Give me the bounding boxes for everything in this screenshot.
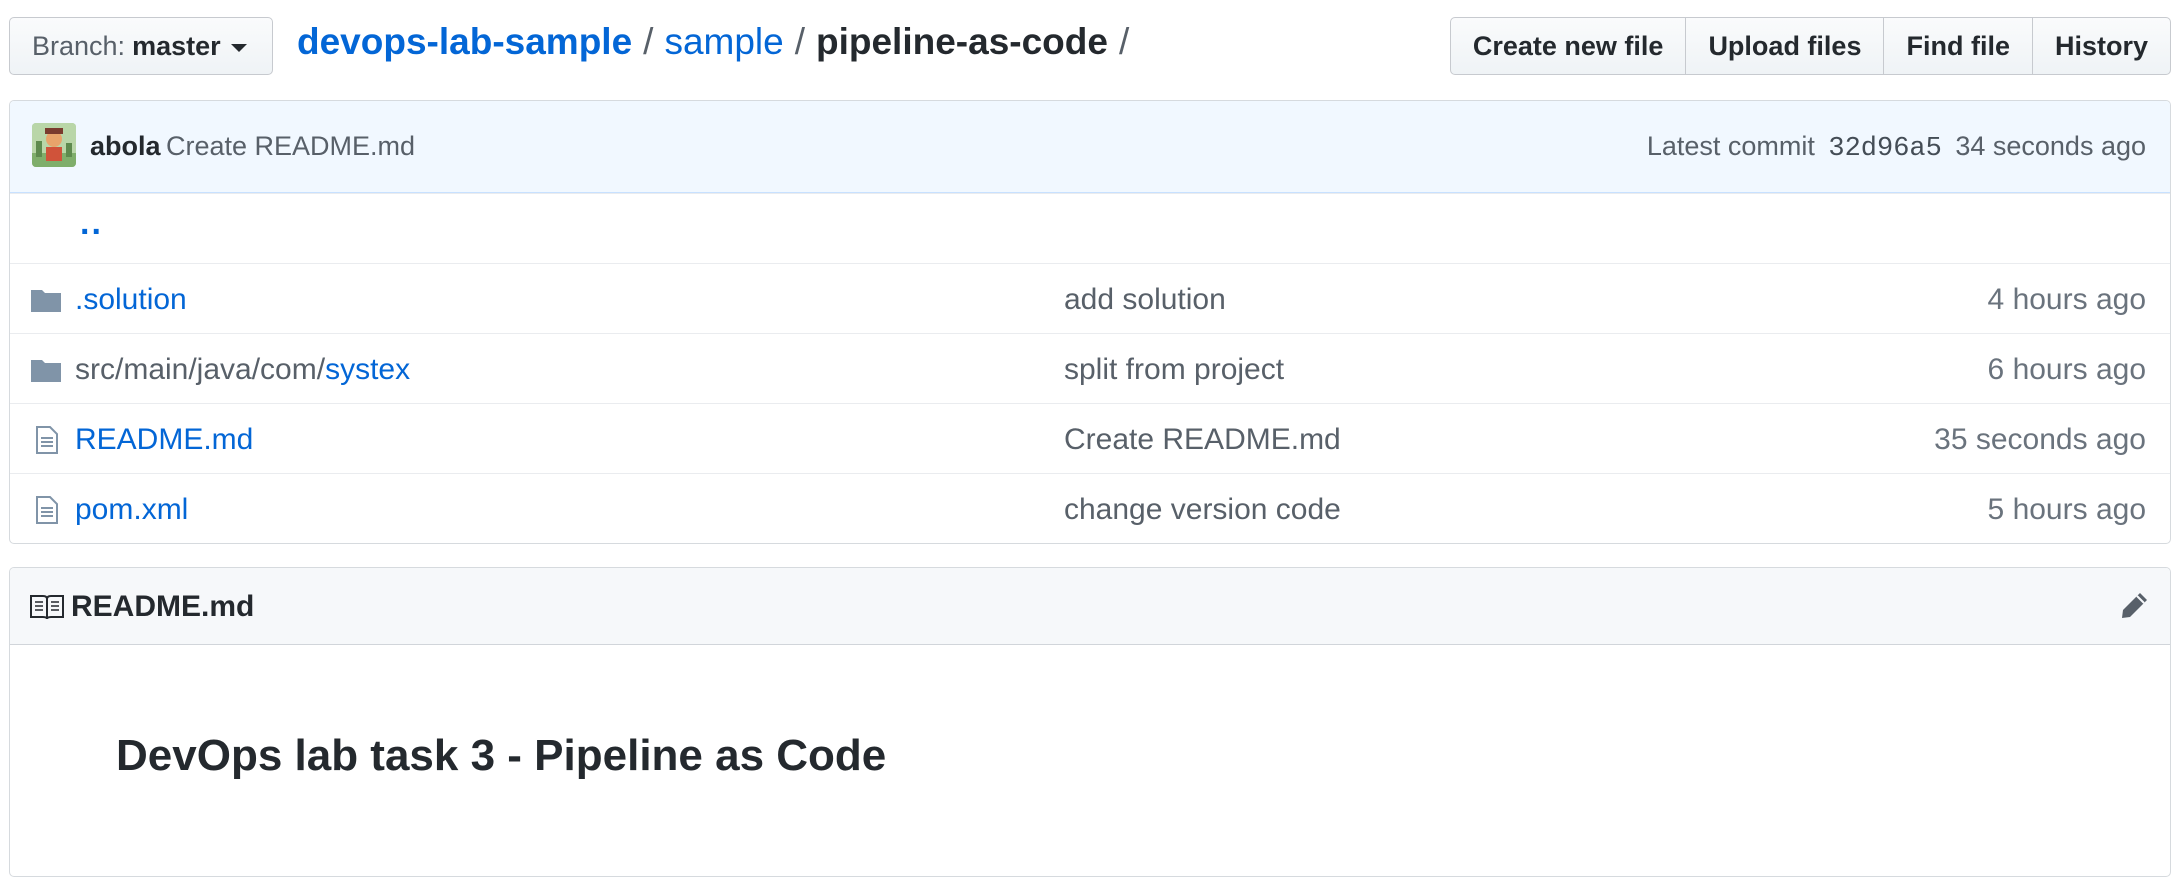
branch-select-button[interactable]: Branch: master [9,17,273,75]
book-icon [30,595,64,620]
breadcrumb-separator: / [643,21,654,62]
file-text-icon [36,426,58,454]
table-row: .solution add solution 4 hours ago [10,263,2170,333]
file-text-icon [36,496,58,524]
pencil-icon[interactable] [2118,590,2150,622]
file-age: 4 hours ago [1987,283,2146,316]
commit-age: 34 seconds ago [1955,131,2146,161]
breadcrumb-separator: / [794,21,805,62]
file-navigation: Branch: master devops-lab-sample / sample /… [9,17,2171,77]
file-age: 35 seconds ago [1934,423,2146,456]
file-commit-message[interactable]: Create README.md [1064,423,1341,457]
latest-commit-label: Latest commit [1646,131,1815,161]
readme-title: README.md [71,590,255,623]
file-link[interactable]: README.md [75,423,253,456]
table-row: src/main/java/com/systex split from proj… [10,333,2170,403]
file-age: 6 hours ago [1987,353,2146,386]
upload-files-button[interactable]: Upload files [1685,17,1885,75]
file-commit-message[interactable]: change version code [1064,493,1341,527]
file-name: src/main/java/com/systex [75,353,410,387]
file-name: pom.xml [75,493,188,527]
file-actions-group: Create new file Upload files Find file H… [1449,17,2171,75]
file-name: README.md [75,423,253,457]
readme-panel: README.md DevOps lab task 3 - Pipeline a… [9,567,2171,877]
file-list: abola Create README.md Latest commit 32d… [9,100,2171,544]
caret-down-icon [230,43,247,52]
folder-icon [31,290,61,312]
create-new-file-button[interactable]: Create new file [1449,17,1687,75]
file-name: .solution [75,283,187,317]
branch-label: Branch: [32,30,126,61]
file-link[interactable]: pom.xml [75,493,188,526]
breadcrumb-current: pipeline-as-code [816,21,1108,62]
commit-message[interactable]: Create README.md [166,131,415,162]
commit-author[interactable]: abola [90,131,161,162]
readme-heading: DevOps lab task 3 - Pipeline as Code [116,731,887,780]
find-file-button[interactable]: Find file [1883,17,2033,75]
file-link[interactable]: systex [325,353,410,386]
file-link[interactable]: .solution [75,283,187,316]
history-button[interactable]: History [2031,17,2171,75]
file-commit-message[interactable]: add solution [1064,283,1226,317]
readme-content: DevOps lab task 3 - Pipeline as Code [10,645,2170,876]
latest-commit-info: Latest commit 32d96a5 34 seconds ago [1647,131,2146,164]
file-path-prefix: src/main/java/com/ [75,353,326,386]
folder-icon [31,360,61,382]
table-row: README.md Create README.md 35 seconds ag… [10,403,2170,473]
avatar[interactable] [32,123,76,167]
file-age: 5 hours ago [1987,493,2146,526]
branch-name: master [132,30,221,61]
breadcrumb-repo-link[interactable]: devops-lab-sample [297,21,632,62]
latest-commit-bar: abola Create README.md Latest commit 32d… [10,101,2170,193]
file-commit-message[interactable]: split from project [1064,353,1284,387]
parent-directory-row: .. [10,193,2170,263]
breadcrumb-separator: / [1118,21,1130,62]
breadcrumb: devops-lab-sample / sample / pipeline-as-cod… [297,21,1140,63]
commit-sha-link[interactable]: 32d96a5 [1828,134,1941,164]
table-row: pom.xml change version code 5 hours ago [10,473,2170,543]
parent-directory-link[interactable]: .. [80,204,103,243]
breadcrumb-folder-link[interactable]: sample [664,21,783,62]
readme-header: README.md [10,568,2170,645]
